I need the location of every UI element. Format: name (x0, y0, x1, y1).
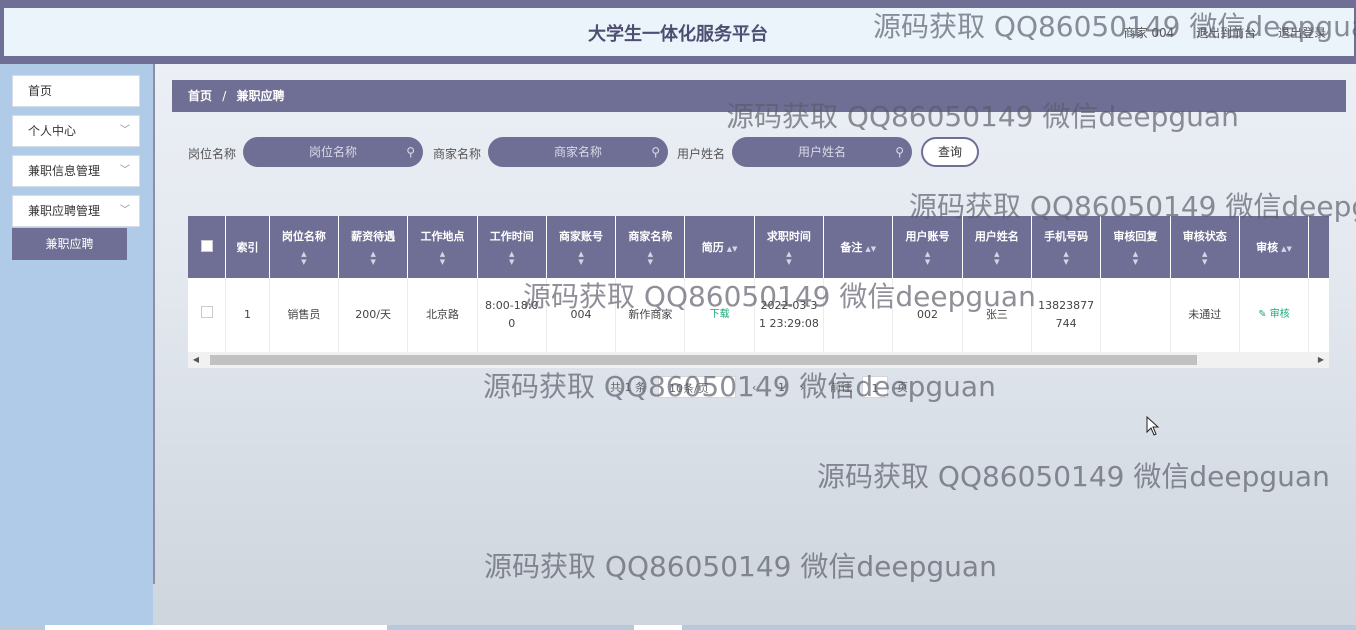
job-name-placeholder: 岗位名称 (308, 145, 357, 159)
sidebar-item-application-mgmt[interactable]: 兼职应聘管理 ﹀ (12, 195, 140, 227)
sidebar-item-profile[interactable]: 个人中心 ﹀ (12, 115, 140, 147)
sort-icon[interactable]: ▲▼ (865, 245, 876, 253)
sort-icon[interactable]: ▲▼ (480, 250, 544, 266)
col-header-phone[interactable]: 手机号码 ▲ ▼ (1031, 216, 1102, 278)
cell-phone: 13823877744 (1031, 278, 1102, 353)
col-header-user-account[interactable]: 用户账号 ▲ ▼ (892, 216, 963, 278)
sidebar-subitem-application[interactable]: 兼职应聘 (12, 228, 127, 260)
col-header-index: 索引 (225, 216, 270, 278)
col-header-merchant-name[interactable]: 商家名称 ▲ ▼ (615, 216, 686, 278)
select-all-cell[interactable] (188, 216, 227, 278)
col-header-apply-time[interactable]: 求职时间 ▲ ▼ (754, 216, 825, 278)
sidebar-item-label: 首页 (28, 84, 53, 98)
cell-index: 1 (225, 278, 270, 353)
user-name-input[interactable]: 用户姓名 ⚲ (732, 137, 912, 167)
col-header-salary[interactable]: 薪资待遇 ▲ ▼ (338, 216, 409, 278)
sidebar (0, 64, 153, 630)
table-header-row: 索引 岗位名称 ▲ ▼ 薪资待遇 ▲ ▼ 工作地点 ▲ ▼ 工作时间 ▲ ▼ 商家账号 ▲ ▼ 商家… (188, 216, 1329, 278)
sort-icon[interactable]: ▲▼ (1281, 245, 1292, 253)
scrollbar-thumb[interactable] (210, 355, 1197, 365)
sort-icon[interactable]: ▲▼ (410, 250, 474, 266)
bottom-strip (0, 625, 1356, 630)
col-header-user-name[interactable]: 用户姓名 ▲ ▼ (962, 216, 1032, 278)
cell-review: ✎ 审核 (1239, 278, 1310, 353)
col-header-location[interactable]: 工作地点 ▲ ▼ (407, 216, 478, 278)
sort-icon[interactable]: ▲▼ (895, 250, 959, 266)
col-header-remark[interactable]: 备注 ▲▼ (823, 216, 894, 278)
mouse-cursor-icon (1146, 416, 1160, 436)
watermark: 源码获取 QQ86050149 微信deepguan (484, 550, 997, 583)
bottom-strip-segment (634, 625, 682, 630)
merchant-name-placeholder: 商家名称 (553, 145, 602, 159)
watermark: 源码获取 QQ86050149 微信deepguan (873, 10, 1356, 43)
breadcrumb-home[interactable]: 首页 (188, 89, 212, 103)
col-header-merchant-account[interactable]: 商家账号 ▲ ▼ (546, 216, 617, 278)
row-select-cell[interactable] (188, 278, 227, 353)
sort-icon[interactable]: ▲▼ (618, 250, 682, 266)
search-icon: ⚲ (651, 145, 660, 159)
edit-icon: ✎ (1258, 309, 1270, 321)
col-header-resume[interactable]: 简历 ▲▼ (684, 216, 755, 278)
sort-icon[interactable]: ▲▼ (757, 250, 821, 266)
watermark: 源码获取 QQ86050149 微信deepguan (909, 190, 1356, 223)
chevron-down-icon: ﹀ (120, 205, 130, 216)
breadcrumb-separator: / (222, 89, 227, 103)
col-header-review-reply[interactable]: 审核回复 ▲ ▼ (1100, 216, 1171, 278)
job-name-label: 岗位名称 (188, 147, 237, 161)
sort-icon[interactable]: ▲▼ (727, 245, 738, 253)
col-header-actions (1308, 216, 1329, 278)
sort-icon[interactable]: ▲▼ (1103, 250, 1167, 266)
watermark: 源码获取 QQ86050149 微信deepguan (523, 280, 1036, 313)
bottom-strip-segment (45, 625, 387, 630)
cell-location: 北京路 (407, 278, 478, 353)
sidebar-item-home[interactable]: 首页 (12, 75, 140, 107)
scroll-left-icon[interactable]: ◀ (188, 352, 204, 368)
watermark: 源码获取 QQ86050149 微信deepguan (817, 460, 1330, 493)
select-all-checkbox[interactable] (200, 239, 213, 252)
cell-review-status: 未通过 (1170, 278, 1240, 353)
query-button[interactable]: 查询 (921, 137, 979, 167)
cell-actions (1308, 278, 1329, 353)
col-header-review-status[interactable]: 审核状态 ▲ ▼ (1170, 216, 1240, 278)
job-name-input[interactable]: 岗位名称 ⚲ (243, 137, 423, 167)
scroll-right-icon[interactable]: ▶ (1313, 352, 1329, 368)
col-header-review[interactable]: 审核 ▲▼ (1239, 216, 1310, 278)
user-name-placeholder: 用户姓名 (797, 145, 846, 159)
sort-icon[interactable]: ▲▼ (1173, 250, 1237, 266)
sidebar-item-job-info[interactable]: 兼职信息管理 ﹀ (12, 155, 140, 187)
cell-job-name: 销售员 (269, 278, 340, 353)
cell-salary: 200/天 (338, 278, 409, 353)
sidebar-item-label: 兼职应聘管理 (28, 204, 101, 218)
sidebar-divider (153, 64, 155, 584)
cell-review-reply (1100, 278, 1171, 353)
review-button[interactable]: ✎ 审核 (1258, 309, 1290, 320)
merchant-name-label: 商家名称 (433, 147, 482, 161)
sort-icon[interactable]: ▲▼ (965, 250, 1029, 266)
sidebar-item-label: 个人中心 (28, 124, 77, 138)
sort-icon[interactable]: ▲▼ (1034, 250, 1098, 266)
watermark: 源码获取 QQ86050149 微信deepguan (483, 370, 996, 403)
merchant-name-input[interactable]: 商家名称 ⚲ (488, 137, 668, 167)
col-header-work-time[interactable]: 工作时间 ▲ ▼ (477, 216, 547, 278)
col-header-job-name[interactable]: 岗位名称 ▲ ▼ (269, 216, 340, 278)
search-icon: ⚲ (895, 145, 904, 159)
user-name-label: 用户姓名 (677, 147, 726, 161)
sort-icon[interactable]: ▲▼ (272, 250, 336, 266)
breadcrumb-current: 兼职应聘 (236, 89, 285, 103)
chevron-down-icon: ﹀ (120, 125, 130, 136)
row-checkbox[interactable] (200, 305, 213, 318)
sort-icon[interactable]: ▲▼ (341, 250, 405, 266)
sort-icon[interactable]: ▲▼ (549, 250, 613, 266)
sidebar-item-label: 兼职信息管理 (28, 164, 101, 178)
search-icon: ⚲ (406, 145, 415, 159)
watermark: 源码获取 QQ86050149 微信deepguan (726, 100, 1239, 133)
chevron-down-icon: ﹀ (120, 165, 130, 176)
